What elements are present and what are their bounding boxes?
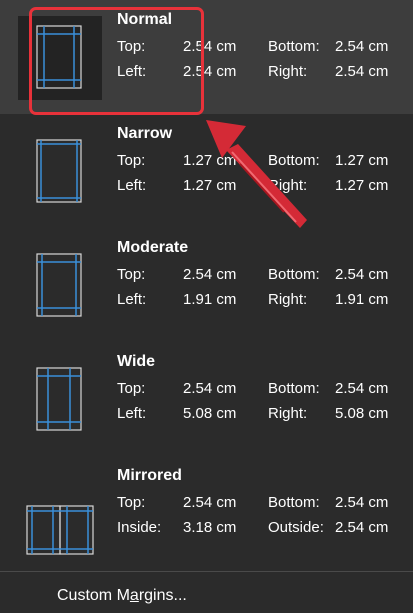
margins-menu: Normal Top: 2.54 cm Bottom: 2.54 cm Left… — [0, 0, 413, 613]
annotation-arrow-icon — [206, 120, 307, 228]
